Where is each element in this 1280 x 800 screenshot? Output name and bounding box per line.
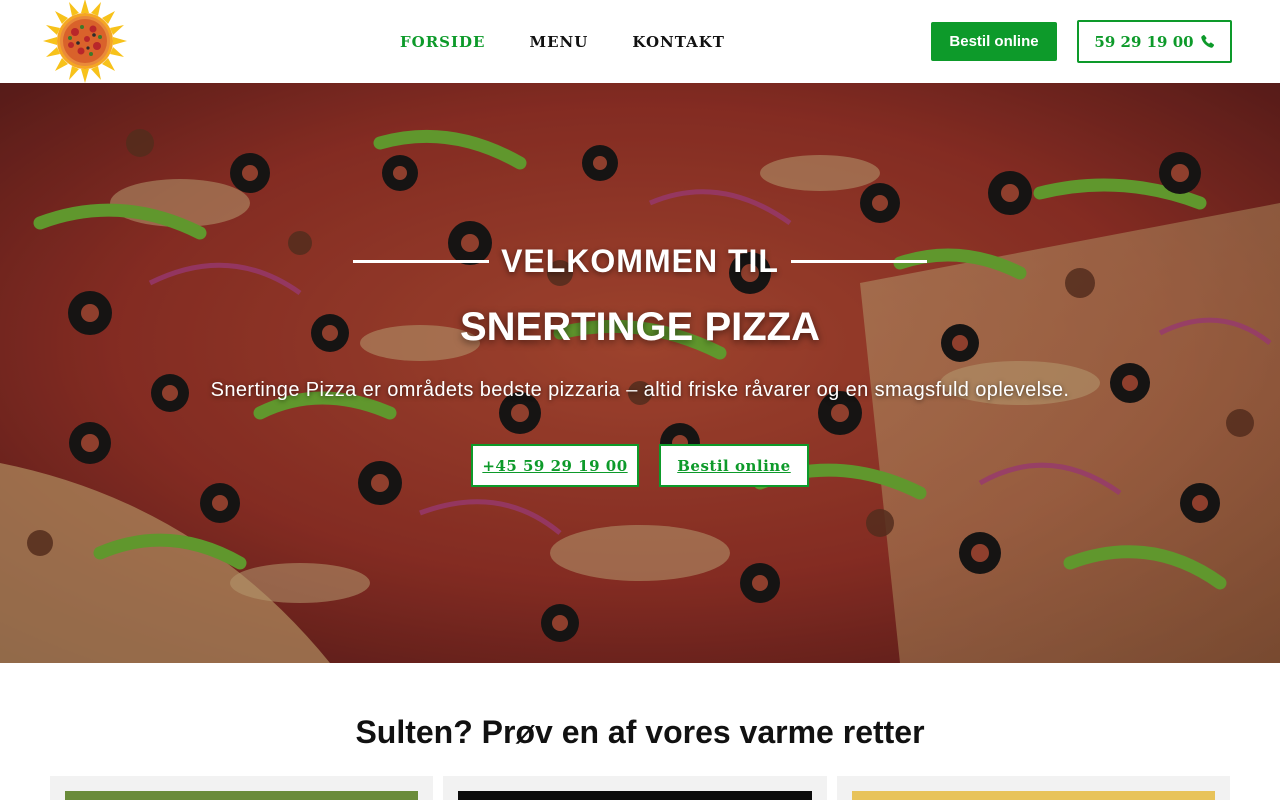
dish-image bbox=[65, 791, 418, 800]
nav-forside[interactable]: FORSIDE bbox=[378, 33, 507, 51]
nav-menu[interactable]: MENU bbox=[507, 33, 610, 51]
hero-kicker: VELKOMMEN TIL bbox=[0, 243, 1280, 280]
nav-kontakt[interactable]: KONTAKT bbox=[610, 33, 747, 51]
sun-pizza-logo-icon[interactable] bbox=[40, 0, 130, 83]
hero-order-button[interactable]: Bestil online bbox=[659, 444, 809, 487]
dish-card[interactable] bbox=[443, 776, 827, 800]
phone-icon bbox=[1200, 34, 1214, 48]
hero-subtitle: Snertinge Pizza er områdets bedste pizza… bbox=[210, 379, 1070, 401]
main-nav: FORSIDE MENU KONTAKT bbox=[378, 0, 747, 83]
dishes-section-title: Sulten? Prøv en af vores varme retter bbox=[355, 714, 925, 750]
order-online-button[interactable]: Bestil online bbox=[931, 22, 1057, 61]
dish-image bbox=[852, 791, 1215, 800]
site-header: FORSIDE MENU KONTAKT Bestil online 59 29… bbox=[0, 0, 1280, 83]
dish-card[interactable] bbox=[837, 776, 1230, 800]
hero-banner: VELKOMMEN TIL SNERTINGE PIZZA Snertinge … bbox=[0, 83, 1280, 663]
dish-card[interactable] bbox=[50, 776, 433, 800]
dish-image bbox=[458, 791, 812, 800]
hero-kicker-text: VELKOMMEN TIL bbox=[501, 243, 779, 279]
kicker-line-left bbox=[353, 260, 490, 263]
hero-phone-button[interactable]: +45 59 29 19 00 bbox=[471, 444, 639, 487]
phone-number-label: 59 29 19 00 bbox=[1094, 32, 1194, 51]
hero-title: SNERTINGE PIZZA bbox=[459, 305, 821, 349]
hero-overlay bbox=[0, 83, 1280, 663]
phone-button[interactable]: 59 29 19 00 bbox=[1077, 20, 1232, 63]
order-online-label: Bestil online bbox=[949, 33, 1039, 50]
kicker-line-right bbox=[790, 260, 927, 263]
